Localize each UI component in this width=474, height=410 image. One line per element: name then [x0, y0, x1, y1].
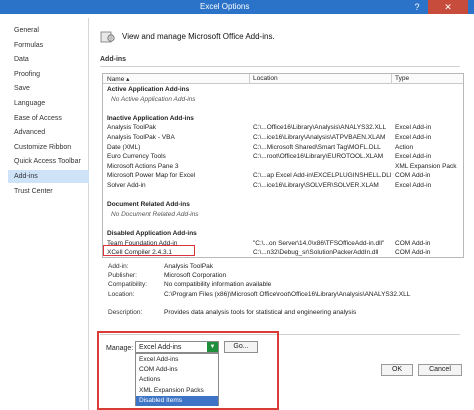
group-header: Active Application Add-ins [103, 86, 463, 94]
options-sidebar: General Formulas Data Proofing Save Language E… [8, 18, 89, 410]
cell-type: XML Expansion Pack [395, 162, 457, 170]
cell-name: Active Application Add-ins [107, 86, 190, 93]
detail-value: Analysis ToolPak [164, 263, 214, 270]
manage-dropdown-list: Excel Add-ins COM Add-ins Actions XML Expan… [135, 353, 219, 406]
cell-location: C:\...Office16\Library\Analysis\ANALYS32… [253, 124, 387, 132]
window-title: Excel Options [200, 2, 250, 11]
cell-location: C:\...Microsoft Shared\Smart Tag\MOFL.DL… [253, 143, 381, 151]
cell-type: Excel Add-in [395, 124, 432, 132]
dropdown-option[interactable]: Excel Add-ins [136, 355, 218, 365]
cell-name: Document Related Add-ins [107, 201, 190, 209]
detail-label: Description: [108, 309, 143, 316]
column-divider [249, 74, 250, 84]
detail-label: Add-in: [108, 263, 129, 270]
detail-value: Microsoft Corporation [164, 272, 227, 280]
sidebar-item-save[interactable]: Save [8, 82, 89, 95]
page-heading: View and manage Microsoft Office Add-ins… [122, 32, 275, 41]
table-row[interactable]: Analysis ToolPak - VBA C:\...ice16\Librar… [103, 134, 463, 142]
cell-name: Date (XML) [107, 143, 141, 151]
sidebar-item-ease-of-access[interactable]: Ease of Access [8, 112, 89, 125]
table-row[interactable]: Solver Add-in C:\...ice16\Library\SOLVER\… [103, 182, 463, 190]
cell-name: No Document Related Add-ins [111, 210, 199, 218]
manage-label: Manage: [106, 345, 134, 352]
group-header: Inactive Application Add-ins [103, 115, 463, 123]
group-header: Document Related Add-ins [103, 201, 463, 209]
cell-name: Analysis ToolPak [107, 124, 157, 132]
table-row [103, 105, 463, 113]
add-in-details: Add-in: Analysis ToolPak Publisher: Microso… [108, 262, 468, 320]
cell-location: C:\...root\Office16\Library\EUROTOOL.XLA… [253, 153, 384, 161]
cell-type: Action [395, 143, 414, 151]
cell-location: C:\...ap Excel Add-in\EXCELPLUGINSHELL.D… [253, 172, 391, 180]
cell-name: Solver Add-in [107, 182, 146, 189]
detail-label: Compatibility: [108, 281, 148, 289]
dropdown-option[interactable]: Disabled Items [136, 395, 218, 406]
dropdown-option[interactable]: XML Expansion Packs [136, 386, 218, 396]
cell-type: Excel Add-in [395, 153, 432, 161]
table-row[interactable]: Euro Currency Tools C:\...root\Office16\L… [103, 153, 463, 161]
table-row[interactable]: Microsoft Power Map for Excel C:\...ap Ex… [103, 172, 463, 180]
cell-name: Analysis ToolPak - VBA [107, 134, 175, 141]
table-row: No Document Related Add-ins [103, 211, 463, 219]
manage-select[interactable]: Excel Add-ins ▼ [135, 341, 219, 353]
highlight-box [103, 245, 195, 256]
table-row [103, 220, 463, 228]
table-row[interactable]: Microsoft Actions Pane 3 XML Expansion Pa… [103, 163, 463, 171]
sidebar-item-data[interactable]: Data [8, 53, 89, 66]
cell-name: Disabled Application Add-ins [107, 230, 197, 237]
cell-type: Excel Add-in [395, 134, 432, 141]
group-header: Disabled Application Add-ins [103, 230, 463, 238]
question-mark-icon[interactable]: ? [408, 0, 426, 14]
table-header: Name ▴ Location Type [103, 74, 463, 84]
column-header-name[interactable]: Name ▴ [107, 75, 129, 83]
detail-value: C:\Program Files (x86)\Microsoft Office\… [164, 290, 411, 298]
add-ins-icon [100, 31, 115, 43]
cell-type: COM Add-in [395, 239, 431, 247]
detail-label: Location: [108, 290, 135, 298]
cell-name: Microsoft Power Map for Excel [107, 172, 196, 180]
sidebar-item-language[interactable]: Language [8, 97, 89, 110]
detail-value: No compatibility information available [164, 281, 272, 289]
sidebar-item-advanced[interactable]: Advanced [8, 126, 89, 139]
cell-type: COM Add-in [395, 172, 431, 180]
column-header-location[interactable]: Location [253, 75, 278, 82]
cancel-button[interactable]: Cancel [418, 364, 462, 376]
column-header-type[interactable]: Type [395, 75, 409, 82]
divider [100, 66, 460, 67]
cell-name: No Active Application Add-ins [111, 95, 196, 103]
cell-name: Microsoft Actions Pane 3 [107, 162, 179, 170]
sidebar-item-add-ins[interactable]: Add-ins [8, 170, 89, 183]
cell-location: "C:\...on Server\14.0\x86\TFSOfficeAdd-i… [253, 239, 385, 247]
sidebar-item-general[interactable]: General [8, 24, 89, 37]
sidebar-item-customize-ribbon[interactable]: Customize Ribbon [8, 141, 89, 154]
cell-name: Inactive Application Add-ins [107, 114, 194, 122]
sidebar-item-quick-access-toolbar[interactable]: Quick Access Toolbar [8, 155, 89, 168]
manage-select-value: Excel Add-ins [139, 344, 182, 351]
title-bar: Excel Options ? ✕ [0, 0, 474, 14]
cell-type: Excel Add-in [395, 182, 432, 189]
chevron-down-icon[interactable]: ▼ [207, 342, 218, 352]
cell-location: C:\...ice16\Library\SOLVER\SOLVER.XLAM [253, 182, 379, 189]
section-title: Add-ins [100, 56, 127, 63]
close-icon[interactable]: ✕ [428, 0, 468, 14]
table-row [103, 192, 463, 200]
column-divider [391, 74, 392, 84]
cell-location: C:\...n32\Debug_sr\SolutionPackerAddIn.d… [253, 249, 379, 257]
go-button[interactable]: Go... [224, 341, 258, 353]
sidebar-item-trust-center[interactable]: Trust Center [8, 185, 89, 198]
add-ins-table: Name ▴ Location Type Active Application … [102, 73, 464, 258]
table-row[interactable]: Analysis ToolPak C:\...Office16\Library\A… [103, 124, 463, 132]
detail-label: Publisher: [108, 272, 137, 280]
cell-name: Euro Currency Tools [107, 153, 166, 161]
table-row: No Active Application Add-ins [103, 96, 463, 104]
ok-button[interactable]: OK [381, 364, 413, 376]
sidebar-item-proofing[interactable]: Proofing [8, 68, 89, 81]
dropdown-option[interactable]: Actions [136, 375, 218, 385]
sidebar-item-formulas[interactable]: Formulas [8, 39, 89, 52]
table-row[interactable]: Date (XML) C:\...Microsoft Shared\Smart T… [103, 144, 463, 152]
dropdown-option[interactable]: COM Add-ins [136, 365, 218, 375]
cell-location: C:\...ice16\Library\Analysis\ATPVBAEN.XL… [253, 134, 386, 141]
cell-type: COM Add-in [395, 249, 431, 257]
detail-value: Provides data analysis tools for statist… [164, 309, 357, 316]
